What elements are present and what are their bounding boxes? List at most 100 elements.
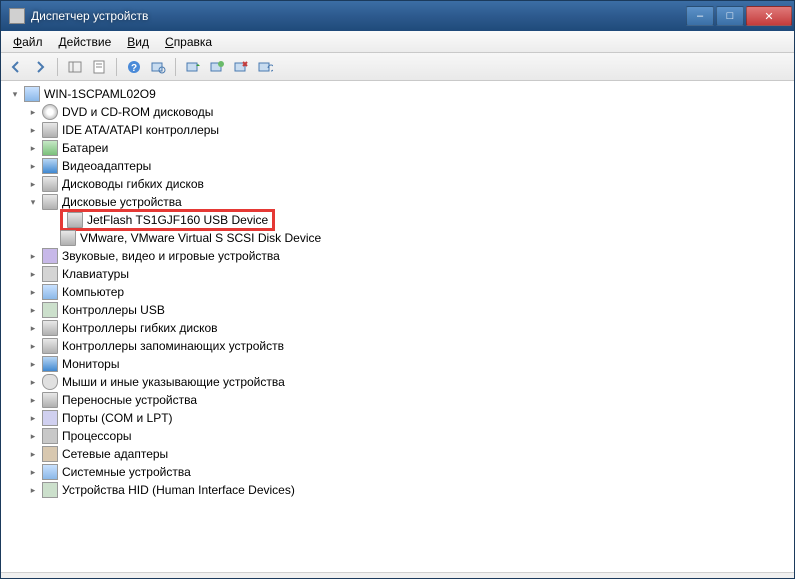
tree-item-label: Порты (COM и LPT) <box>62 409 173 427</box>
expand-icon[interactable]: ▸ <box>27 466 39 478</box>
tree-item-label: Мониторы <box>62 355 119 373</box>
tree-item-label: JetFlash TS1GJF160 USB Device <box>87 211 268 229</box>
tree-item-label: Дисководы гибких дисков <box>62 175 204 193</box>
app-icon <box>9 8 25 24</box>
tree-item[interactable]: ▸ Дисководы гибких дисков <box>9 175 786 193</box>
toolbar-separator <box>175 58 176 76</box>
computer-icon <box>42 284 58 300</box>
expand-icon[interactable]: ▸ <box>27 142 39 154</box>
expand-icon[interactable]: ▸ <box>27 394 39 406</box>
disk-icon <box>42 392 58 408</box>
expand-icon[interactable]: ▸ <box>27 304 39 316</box>
expand-icon[interactable]: ▸ <box>27 178 39 190</box>
device-manager-window: Диспетчер устройств – □ ✕ Файл Действие … <box>0 0 795 579</box>
close-button[interactable]: ✕ <box>746 6 792 26</box>
back-button[interactable] <box>5 56 27 78</box>
tree-item-label: Устройства HID (Human Interface Devices) <box>62 481 295 499</box>
tree-item[interactable]: ▸Клавиатуры <box>9 265 786 283</box>
tree-item[interactable]: ▸ IDE ATA/ATAPI контроллеры <box>9 121 786 139</box>
tree-item[interactable]: ▸ Процессоры <box>9 427 786 445</box>
tree-item-label: Звуковые, видео и игровые устройства <box>62 247 280 265</box>
tree-item[interactable]: ▸ Переносные устройства <box>9 391 786 409</box>
keyboard-icon <box>42 266 58 282</box>
sound-icon <box>42 248 58 264</box>
tree-item-label: Переносные устройства <box>62 391 197 409</box>
minimize-button[interactable]: – <box>686 6 714 26</box>
tree-item-label: Контроллеры USB <box>62 301 165 319</box>
expand-icon[interactable]: ▸ <box>27 340 39 352</box>
tree-item-label: Видеоадаптеры <box>62 157 151 175</box>
titlebar[interactable]: Диспетчер устройств – □ ✕ <box>1 1 794 31</box>
tree-item[interactable]: VMware, VMware Virtual S SCSI Disk Devic… <box>9 229 786 247</box>
expand-icon[interactable]: ▸ <box>27 160 39 172</box>
net-icon <box>42 446 58 462</box>
expand-icon[interactable]: ▸ <box>27 448 39 460</box>
properties-button[interactable] <box>88 56 110 78</box>
expand-icon[interactable]: ▸ <box>27 358 39 370</box>
tree-item-label: Мыши и иные указывающие устройства <box>62 373 285 391</box>
monitor-icon <box>42 158 58 174</box>
tree-item[interactable]: ▸ Контроллеры USB <box>9 301 786 319</box>
expand-icon[interactable]: ▸ <box>27 376 39 388</box>
tree-item-label: Компьютер <box>62 283 124 301</box>
tree-item-label: Процессоры <box>62 427 132 445</box>
tree-item[interactable]: ▸ Мыши и иные указывающие устройства <box>9 373 786 391</box>
collapse-icon[interactable]: ▾ <box>27 196 39 208</box>
expand-icon[interactable]: ▸ <box>27 430 39 442</box>
disk-icon <box>67 212 83 228</box>
tree-item[interactable]: ▸ Контроллеры запоминающих устройств <box>9 337 786 355</box>
tree-item-label: VMware, VMware Virtual S SCSI Disk Devic… <box>80 229 321 247</box>
tree-item-label: Контроллеры запоминающих устройств <box>62 337 284 355</box>
computer-icon <box>24 86 40 102</box>
menu-view[interactable]: Вид <box>119 33 157 51</box>
menu-action[interactable]: Действие <box>51 33 120 51</box>
tree-item-label: Контроллеры гибких дисков <box>62 319 218 337</box>
expand-icon[interactable]: ▸ <box>27 322 39 334</box>
monitor-icon <box>42 356 58 372</box>
update-driver-button[interactable] <box>182 56 204 78</box>
tree-content[interactable]: ▾WIN-1SCPAML02O9▸DVD и CD-ROM дисководы▸… <box>1 81 794 572</box>
disk-icon <box>42 338 58 354</box>
tree-item[interactable]: ▾WIN-1SCPAML02O9 <box>9 85 786 103</box>
toolbar: ? <box>1 53 794 81</box>
tree-item[interactable]: ▸ Батареи <box>9 139 786 157</box>
tree-item-label: IDE ATA/ATAPI контроллеры <box>62 121 219 139</box>
highlighted-item: JetFlash TS1GJF160 USB Device <box>60 209 275 231</box>
tree-item[interactable]: ▸ Видеоадаптеры <box>9 157 786 175</box>
expand-icon[interactable]: ▸ <box>27 250 39 262</box>
tree-item[interactable]: ▸ Устройства HID (Human Interface Devices… <box>9 481 786 499</box>
tree-item[interactable]: ▸Сетевые адаптеры <box>9 445 786 463</box>
forward-button[interactable] <box>29 56 51 78</box>
tree-item-label: Батареи <box>62 139 108 157</box>
disk-icon <box>42 176 58 192</box>
tree-item[interactable]: ▸ Компьютер <box>9 283 786 301</box>
menu-file[interactable]: Файл <box>5 33 51 51</box>
expand-icon[interactable]: ▸ <box>27 286 39 298</box>
tree-item[interactable]: ▸ Звуковые, видео и игровые устройства <box>9 247 786 265</box>
tree-item[interactable]: ▸Системные устройства <box>9 463 786 481</box>
expand-icon[interactable]: ▸ <box>27 106 39 118</box>
collapse-icon[interactable]: ▾ <box>9 88 21 100</box>
uninstall-button[interactable] <box>206 56 228 78</box>
toolbar-separator <box>116 58 117 76</box>
usb-icon <box>42 482 58 498</box>
tree-item[interactable]: ▸DVD и CD-ROM дисководы <box>9 103 786 121</box>
maximize-button[interactable]: □ <box>716 6 744 26</box>
expand-icon[interactable]: ▸ <box>27 124 39 136</box>
tree-item[interactable]: ▸ Мониторы <box>9 355 786 373</box>
expand-icon[interactable]: ▸ <box>27 484 39 496</box>
help-button[interactable]: ? <box>123 56 145 78</box>
expand-icon[interactable]: ▸ <box>27 412 39 424</box>
menubar: Файл Действие Вид Справка <box>1 31 794 53</box>
expand-icon[interactable]: ▸ <box>27 268 39 280</box>
disk-icon <box>42 194 58 210</box>
tree-item[interactable]: JetFlash TS1GJF160 USB Device <box>9 211 786 229</box>
menu-help[interactable]: Справка <box>157 33 220 51</box>
disable-button[interactable] <box>230 56 252 78</box>
show-hide-tree-button[interactable] <box>64 56 86 78</box>
enable-button[interactable] <box>254 56 276 78</box>
tree-item[interactable]: ▸ Контроллеры гибких дисков <box>9 319 786 337</box>
scan-hardware-button[interactable] <box>147 56 169 78</box>
usb-icon <box>42 302 58 318</box>
tree-item[interactable]: ▸ Порты (COM и LPT) <box>9 409 786 427</box>
